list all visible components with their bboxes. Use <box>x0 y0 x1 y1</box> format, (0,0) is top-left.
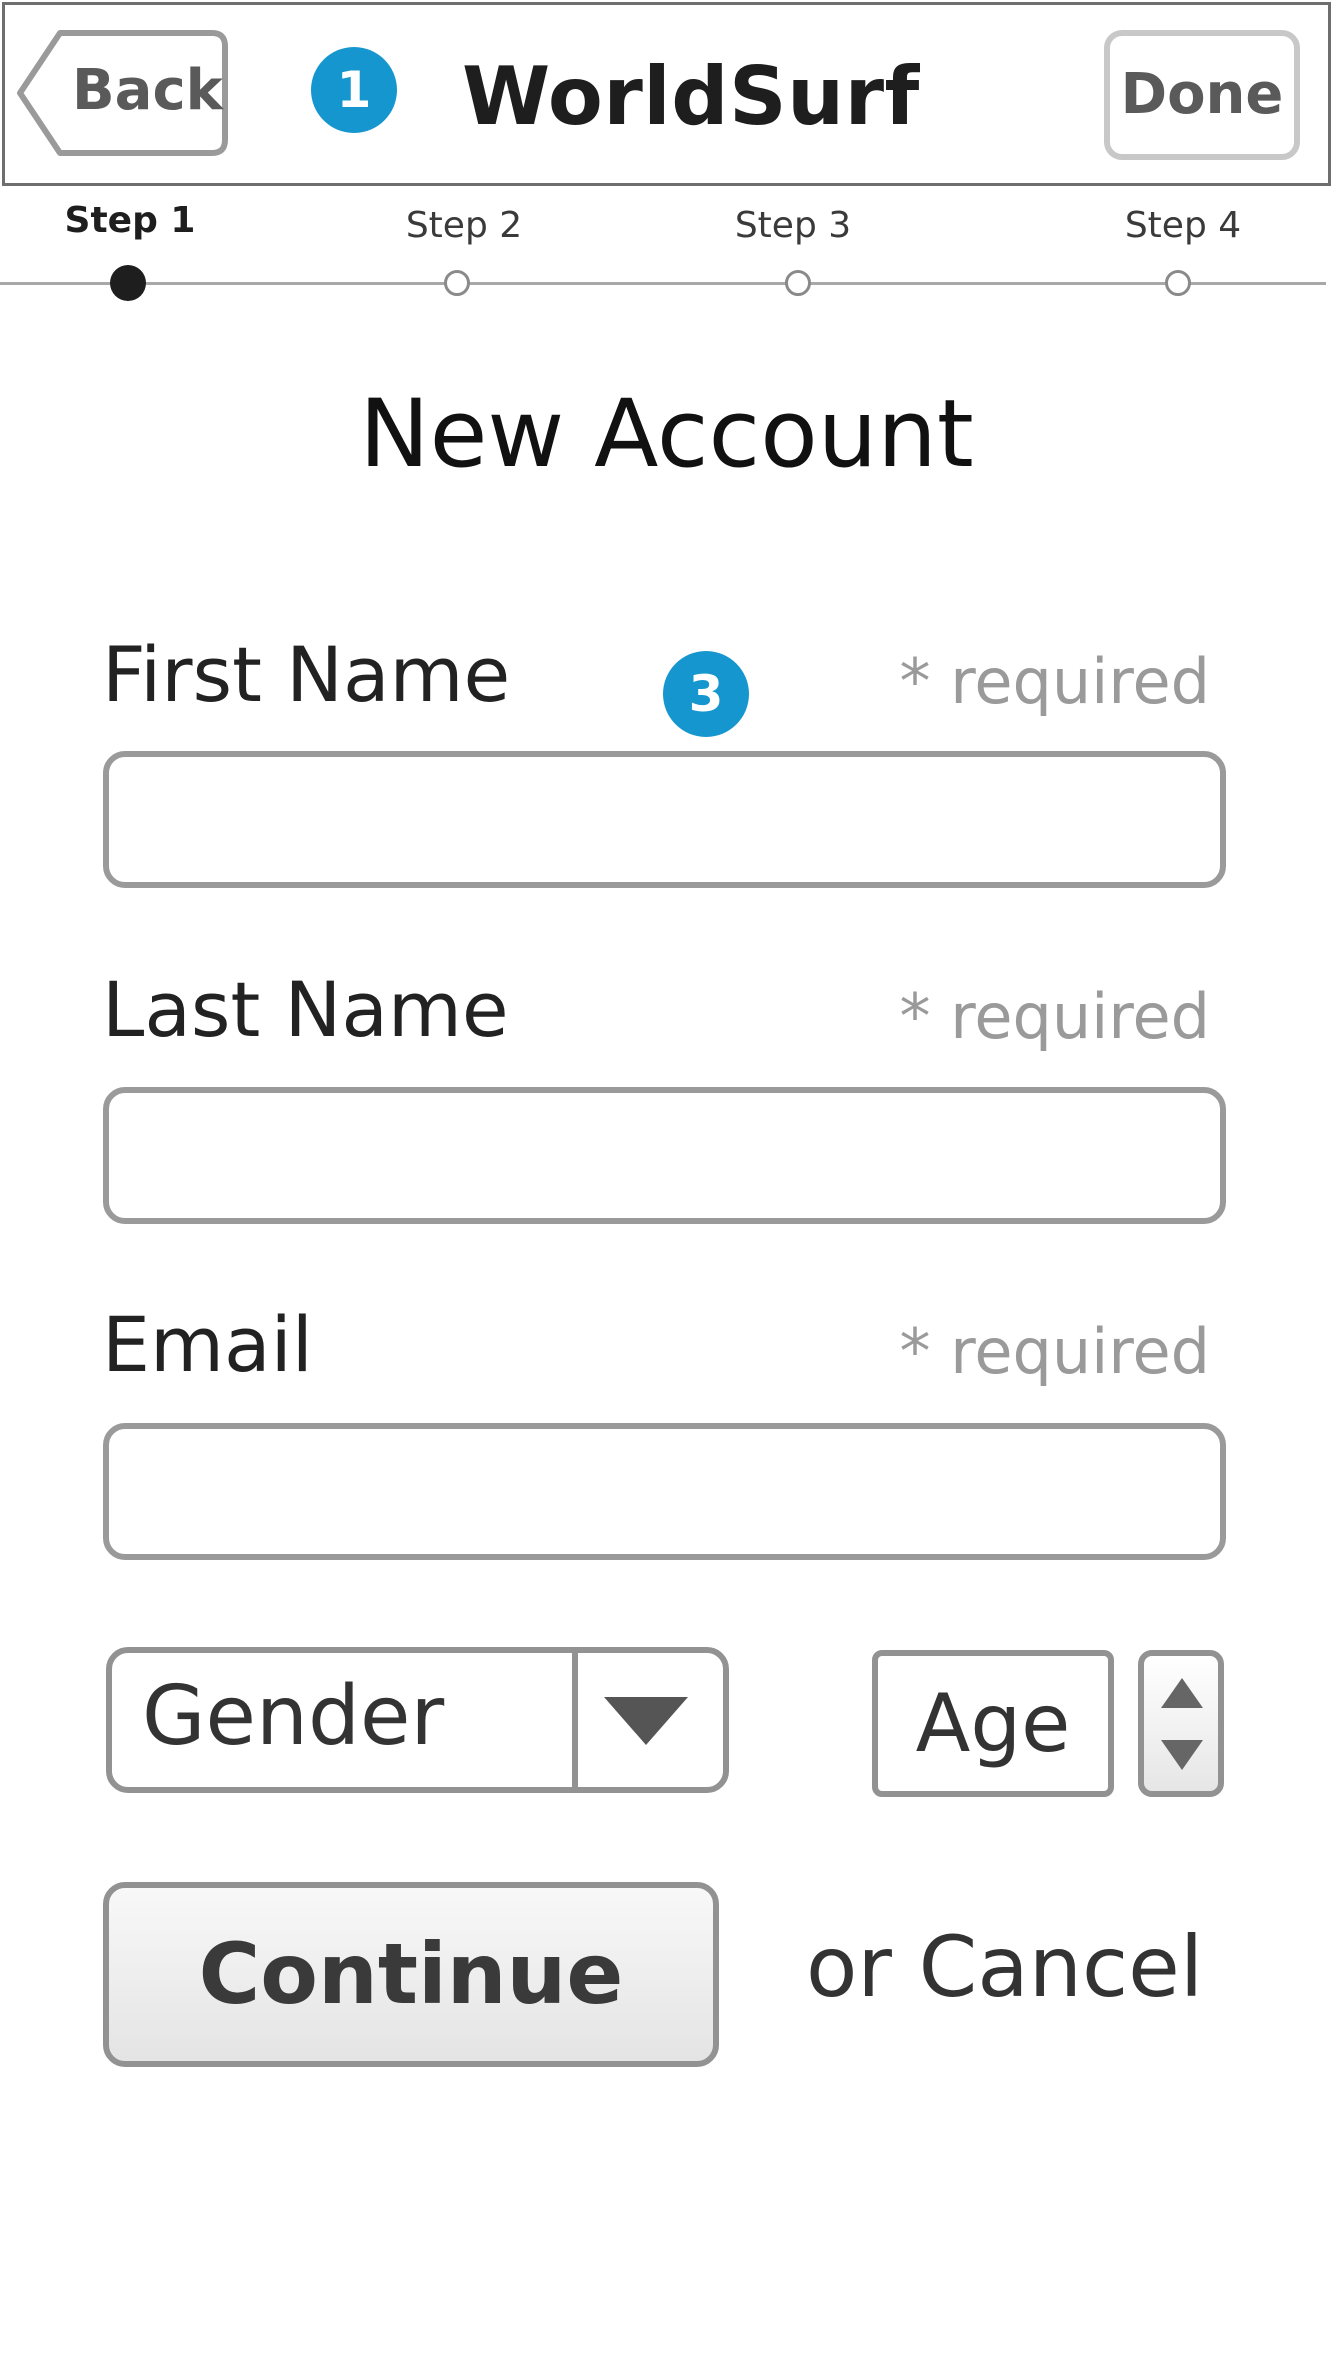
first-name-required-hint: * required <box>899 645 1210 718</box>
back-button[interactable]: Back <box>16 28 230 158</box>
continue-button-label: Continue <box>198 1925 624 2023</box>
step-3-dot[interactable] <box>785 270 811 296</box>
annotation-badge-3: 3 <box>663 651 749 737</box>
email-input[interactable] <box>103 1423 1226 1560</box>
step-1-label: Step 1 <box>64 200 196 241</box>
last-name-required-hint: * required <box>899 980 1210 1053</box>
email-required-hint: * required <box>899 1315 1210 1388</box>
age-field[interactable]: Age <box>872 1650 1114 1797</box>
step-2-dot[interactable] <box>444 270 470 296</box>
last-name-label: Last Name <box>102 965 509 1054</box>
page-title: New Account <box>359 380 974 489</box>
first-name-label: First Name <box>102 630 511 719</box>
first-name-input[interactable] <box>103 751 1226 888</box>
increment-arrow-icon[interactable] <box>1161 1678 1203 1708</box>
annotation-badge-1: 1 <box>311 47 397 133</box>
step-4-label: Step 4 <box>1124 205 1242 246</box>
age-spinner[interactable] <box>1138 1650 1224 1797</box>
email-label: Email <box>102 1300 313 1389</box>
cancel-link[interactable]: or Cancel <box>806 1918 1203 2016</box>
step-1-dot[interactable] <box>110 265 146 301</box>
continue-button[interactable]: Continue <box>103 1882 719 2067</box>
stepper-track <box>0 282 1326 285</box>
done-button-label: Done <box>1120 62 1284 127</box>
back-button-label: Back <box>72 58 223 123</box>
last-name-input[interactable] <box>103 1087 1226 1224</box>
gender-select-value: Gender <box>142 1669 445 1764</box>
select-divider <box>572 1653 578 1787</box>
age-field-value: Age <box>915 1677 1071 1770</box>
gender-select[interactable]: Gender <box>106 1647 729 1793</box>
app-title: WorldSurf <box>462 50 920 143</box>
step-3-label: Step 3 <box>734 205 852 246</box>
decrement-arrow-icon[interactable] <box>1161 1740 1203 1770</box>
step-2-label: Step 2 <box>405 205 523 246</box>
step-4-dot[interactable] <box>1165 270 1191 296</box>
chevron-down-icon[interactable] <box>604 1697 688 1745</box>
done-button[interactable]: Done <box>1104 30 1300 160</box>
